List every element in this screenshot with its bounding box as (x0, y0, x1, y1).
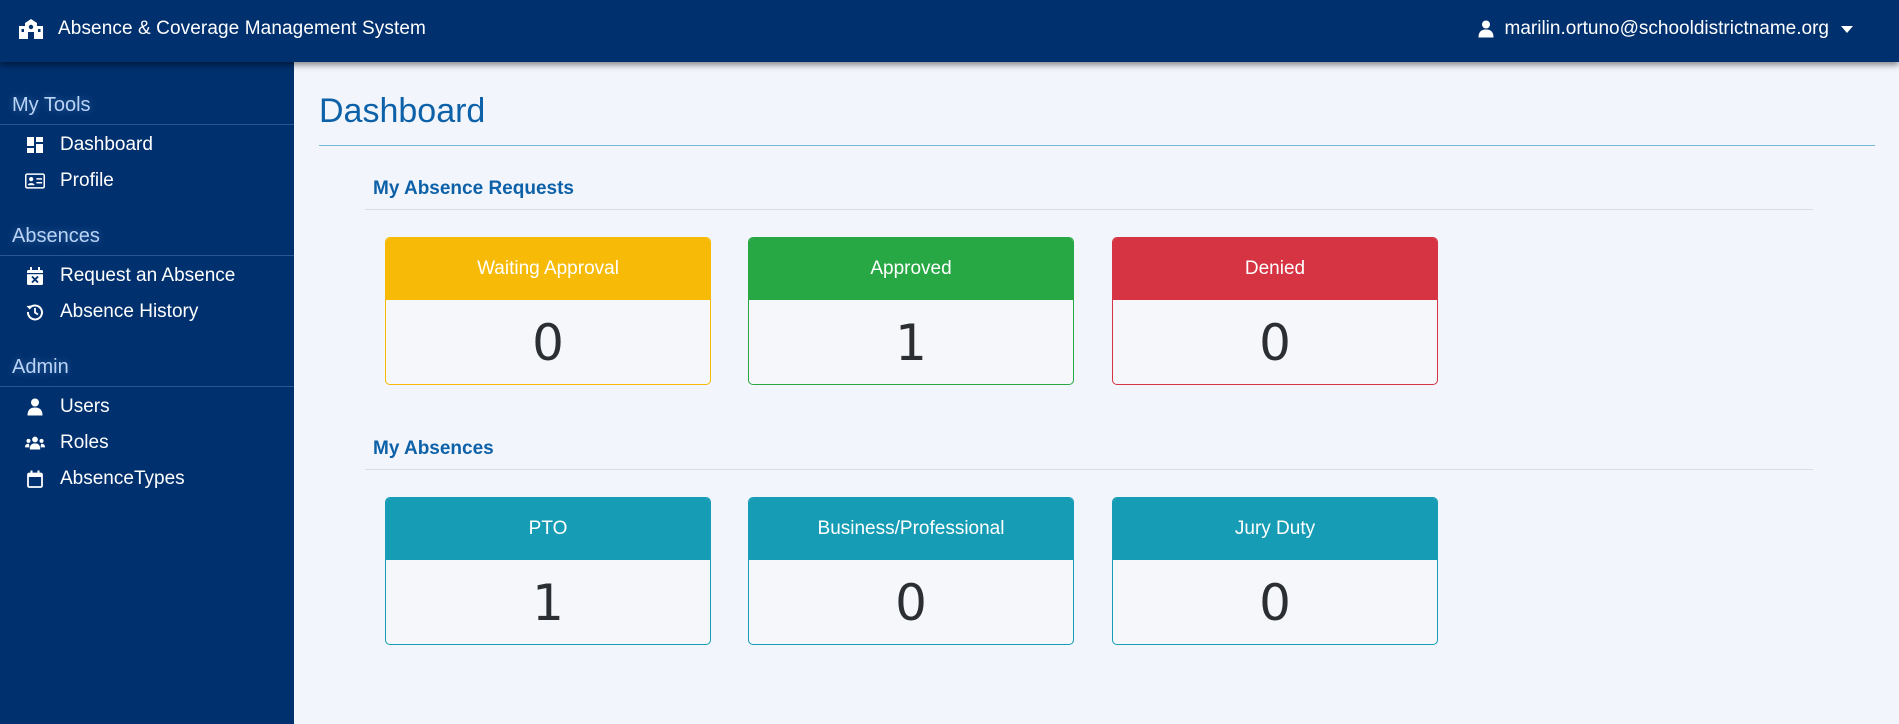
sidebar-item-label: Dashboard (60, 134, 153, 155)
card-count: 0 (1259, 574, 1291, 632)
sidebar-item-label: Roles (60, 432, 109, 453)
business-professional-card[interactable]: Business/Professional 0 (748, 497, 1074, 645)
sidebar-heading: Admin (0, 330, 294, 387)
id-card-icon (25, 171, 45, 191)
brand[interactable]: Absence & Coverage Management System (18, 18, 426, 40)
sidebar-section-my-tools: My Tools Dashboard Profile (0, 62, 294, 199)
sidebar-item-label: Profile (60, 170, 114, 191)
dashboard-icon (25, 135, 45, 155)
user-icon (1478, 20, 1494, 38)
sidebar-item-label: Request an Absence (60, 265, 236, 286)
denied-card[interactable]: Denied 0 (1112, 237, 1438, 385)
sidebar-item-roles[interactable]: Roles (0, 425, 294, 461)
sidebar-heading: Absences (0, 199, 294, 256)
sidebar-section-absences: Absences Request an Absence Absence Hist… (0, 199, 294, 330)
waiting-approval-card[interactable]: Waiting Approval 0 (385, 237, 711, 385)
history-icon (25, 302, 45, 322)
sidebar-item-profile[interactable]: Profile (0, 163, 294, 199)
user-email: marilin.ortuno@schooldistrictname.org (1504, 18, 1829, 39)
user-menu-dropdown[interactable]: marilin.ortuno@schooldistrictname.org (1478, 18, 1853, 40)
sidebar-heading: My Tools (0, 62, 294, 125)
calendar-x-icon (25, 266, 45, 286)
main-content: Dashboard My Absence Requests Waiting Ap… (294, 62, 1899, 724)
sidebar-item-absence-types[interactable]: AbsenceTypes (0, 461, 294, 497)
section-divider (365, 209, 1813, 210)
approved-card[interactable]: Approved 1 (748, 237, 1074, 385)
section-divider (365, 469, 1813, 470)
sidebar-item-request-absence[interactable]: Request an Absence (0, 258, 294, 294)
calendar-icon (25, 469, 45, 489)
sidebar-item-absence-history[interactable]: Absence History (0, 294, 294, 330)
card-count: 1 (895, 314, 927, 372)
school-icon (18, 18, 44, 40)
title-divider (319, 145, 1875, 146)
user-icon (25, 397, 45, 417)
sidebar-item-dashboard[interactable]: Dashboard (0, 127, 294, 163)
sidebar-section-admin: Admin Users Roles AbsenceTypes (0, 330, 294, 497)
app-title: Absence & Coverage Management System (58, 18, 426, 39)
card-header: Waiting Approval (386, 238, 710, 300)
top-navbar: Absence & Coverage Management System mar… (0, 0, 1899, 62)
section-title-absence-requests: My Absence Requests (373, 178, 574, 199)
card-header: Jury Duty (1113, 498, 1437, 560)
sidebar: My Tools Dashboard Profile Absences Requ… (0, 62, 294, 724)
chevron-down-icon (1841, 25, 1853, 33)
card-count: 0 (1259, 314, 1291, 372)
page-title: Dashboard (319, 92, 486, 130)
sidebar-item-label: Absence History (60, 301, 199, 322)
card-header: Approved (749, 238, 1073, 300)
users-icon (25, 433, 45, 453)
sidebar-item-users[interactable]: Users (0, 389, 294, 425)
pto-card[interactable]: PTO 1 (385, 497, 711, 645)
card-header: Business/Professional (749, 498, 1073, 560)
card-header: Denied (1113, 238, 1437, 300)
jury-duty-card[interactable]: Jury Duty 0 (1112, 497, 1438, 645)
card-count: 0 (895, 574, 927, 632)
card-count: 1 (532, 574, 564, 632)
card-header: PTO (386, 498, 710, 560)
card-count: 0 (532, 314, 564, 372)
sidebar-item-label: AbsenceTypes (60, 468, 185, 489)
section-title-absences: My Absences (373, 438, 494, 459)
sidebar-item-label: Users (60, 396, 110, 417)
